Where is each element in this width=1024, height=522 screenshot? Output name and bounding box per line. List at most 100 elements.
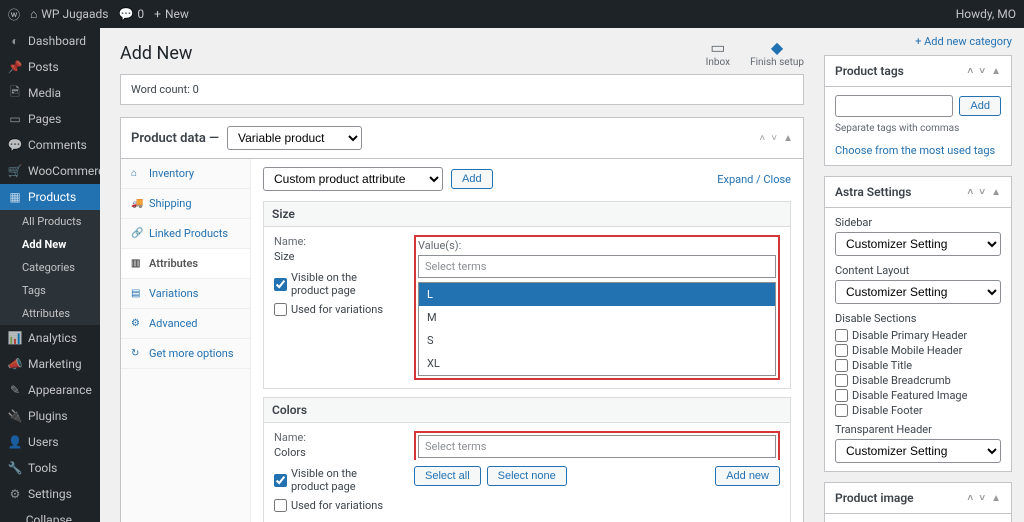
attribute-type-select[interactable]: Custom product attribute: [263, 167, 443, 191]
menu-products[interactable]: ▦Products: [0, 184, 100, 210]
finish-setup-icon: ◆: [750, 38, 804, 57]
site-home-link[interactable]: ⌂ WP Jugaads: [30, 7, 108, 21]
submenu-add-new[interactable]: Add New: [0, 233, 100, 256]
product-image-panel: Product image˄˅▲ Set product image: [824, 482, 1012, 522]
menu-posts[interactable]: 📌Posts: [0, 54, 100, 80]
inbox-button[interactable]: ▭Inbox: [706, 38, 730, 68]
tags-title: Product tags: [835, 64, 904, 78]
menu-settings[interactable]: ⚙Settings: [0, 481, 100, 507]
users-icon: 👤: [8, 435, 22, 449]
plugins-icon: 🔌: [8, 409, 22, 423]
tab-variations[interactable]: ▤Variations: [121, 279, 250, 309]
product-type-select[interactable]: Variable product: [227, 126, 362, 150]
comments-link[interactable]: 💬 0: [118, 7, 144, 21]
attribute-colors-header[interactable]: Colors: [264, 398, 790, 423]
woocommerce-icon: 🛒: [8, 164, 22, 178]
submenu-tags[interactable]: Tags: [0, 279, 100, 302]
colors-variations-checkbox[interactable]: [274, 499, 287, 512]
tab-get-more-options[interactable]: ↻Get more options: [121, 339, 250, 369]
astra-content-select[interactable]: Customizer Setting: [835, 280, 1001, 304]
menu-plugins[interactable]: 🔌Plugins: [0, 403, 100, 429]
menu-users[interactable]: 👤Users: [0, 429, 100, 455]
disable-mobile-header[interactable]: Disable Mobile Header: [835, 344, 1001, 357]
wordpress-logo-icon[interactable]: ⓦ: [8, 6, 20, 23]
disable-featured-image[interactable]: Disable Featured Image: [835, 389, 1001, 402]
word-count-bar: Word count: 0: [120, 74, 804, 105]
product-data-panel: Product data — Variable product ˄ ˅ ▲ ⌂I…: [120, 117, 804, 522]
size-values-highlight: Value(s): Select terms L M S XL: [414, 235, 780, 380]
astra-title: Astra Settings: [835, 185, 911, 199]
disable-breadcrumb[interactable]: Disable Breadcrumb: [835, 374, 1001, 387]
panel-down-icon[interactable]: ˅: [771, 133, 777, 144]
submenu-all-products[interactable]: All Products: [0, 210, 100, 233]
size-name-label: Name:: [274, 235, 394, 248]
menu-comments[interactable]: 💬Comments: [0, 132, 100, 158]
panel-toggle-icon[interactable]: ▲: [783, 133, 793, 144]
attribute-colors: Colors Name: Colors Visible on the produ…: [263, 397, 791, 522]
tab-shipping[interactable]: 🚚Shipping: [121, 189, 250, 219]
disable-footer[interactable]: Disable Footer: [835, 404, 1001, 417]
size-option-xl[interactable]: XL: [419, 352, 775, 375]
menu-media[interactable]: 🖻Media: [0, 80, 100, 106]
menu-dashboard[interactable]: ◐Dashboard: [0, 28, 100, 54]
product-image-title: Product image: [835, 491, 914, 505]
linked-icon: 🔗: [131, 228, 143, 240]
choose-most-used-tags-link[interactable]: Choose from the most used tags: [835, 144, 995, 157]
attribute-size-header[interactable]: Size: [264, 202, 790, 227]
menu-pages[interactable]: ▭Pages: [0, 106, 100, 132]
panel-up-icon[interactable]: ˄: [759, 133, 765, 144]
products-submenu: All Products Add New Categories Tags Att…: [0, 210, 100, 325]
size-select-terms-input[interactable]: Select terms: [418, 255, 776, 278]
disable-primary-header[interactable]: Disable Primary Header: [835, 329, 1001, 342]
size-variations-checkbox[interactable]: [274, 303, 287, 316]
my-account-link[interactable]: Howdy, MO: [956, 7, 1016, 21]
tab-inventory[interactable]: ⌂Inventory: [121, 159, 250, 189]
product-data-label: Product data —: [131, 131, 219, 146]
tags-add-button[interactable]: Add: [959, 96, 1001, 116]
media-icon: 🖻: [8, 86, 22, 100]
colors-visible-checkbox[interactable]: [274, 474, 287, 487]
select-none-button[interactable]: Select none: [487, 466, 567, 486]
submenu-attributes[interactable]: Attributes: [0, 302, 100, 325]
new-content-link[interactable]: + New: [154, 7, 189, 21]
collapse-menu[interactable]: ◀Collapse menu: [0, 507, 100, 522]
finish-setup-button[interactable]: ◆Finish setup: [750, 38, 804, 68]
attributes-icon: ▥: [131, 258, 143, 270]
submenu-categories[interactable]: Categories: [0, 256, 100, 279]
astra-sidebar-select[interactable]: Customizer Setting: [835, 232, 1001, 256]
menu-tools[interactable]: 🔧Tools: [0, 455, 100, 481]
tab-linked-products[interactable]: 🔗Linked Products: [121, 219, 250, 249]
menu-appearance[interactable]: ✎Appearance: [0, 377, 100, 403]
add-attribute-button[interactable]: Add: [451, 169, 493, 189]
menu-marketing[interactable]: 📣Marketing: [0, 351, 100, 377]
expand-close-link[interactable]: Expand / Close: [717, 173, 791, 186]
add-new-category-link[interactable]: + Add new category: [915, 35, 1012, 48]
tags-input[interactable]: [835, 95, 953, 117]
menu-woocommerce[interactable]: 🛒WooCommerce: [0, 158, 100, 184]
add-new-term-button[interactable]: Add new: [715, 466, 780, 486]
colors-select-terms-input[interactable]: Select terms: [418, 435, 776, 458]
disable-title[interactable]: Disable Title: [835, 359, 1001, 372]
products-icon: ▦: [8, 190, 22, 204]
size-option-s[interactable]: S: [419, 329, 775, 352]
page-title: Add New: [120, 43, 192, 64]
astra-transparent-select[interactable]: Customizer Setting: [835, 439, 1001, 463]
comments-icon: 💬: [8, 138, 22, 152]
tab-attributes[interactable]: ▥Attributes: [121, 249, 250, 279]
colors-values-highlight: Select terms: [414, 431, 780, 460]
size-variations-label: Used for variations: [291, 303, 383, 316]
astra-settings-panel: Astra Settings˄˅▲ Sidebar Customizer Set…: [824, 176, 1012, 472]
shipping-icon: 🚚: [131, 198, 143, 210]
more-icon: ↻: [131, 348, 143, 360]
posts-icon: 📌: [8, 60, 22, 74]
size-visible-checkbox[interactable]: [274, 278, 287, 291]
size-option-l[interactable]: L: [419, 283, 775, 306]
size-option-m[interactable]: M: [419, 306, 775, 329]
tab-advanced[interactable]: ⚙Advanced: [121, 309, 250, 339]
variations-icon: ▤: [131, 288, 143, 300]
attribute-size: Size Name: Size Visible on the product p…: [263, 201, 791, 389]
menu-analytics[interactable]: 📊Analytics: [0, 325, 100, 351]
select-all-button[interactable]: Select all: [414, 466, 481, 486]
dashboard-icon: ◐: [8, 34, 22, 48]
settings-icon: ⚙: [8, 487, 22, 501]
